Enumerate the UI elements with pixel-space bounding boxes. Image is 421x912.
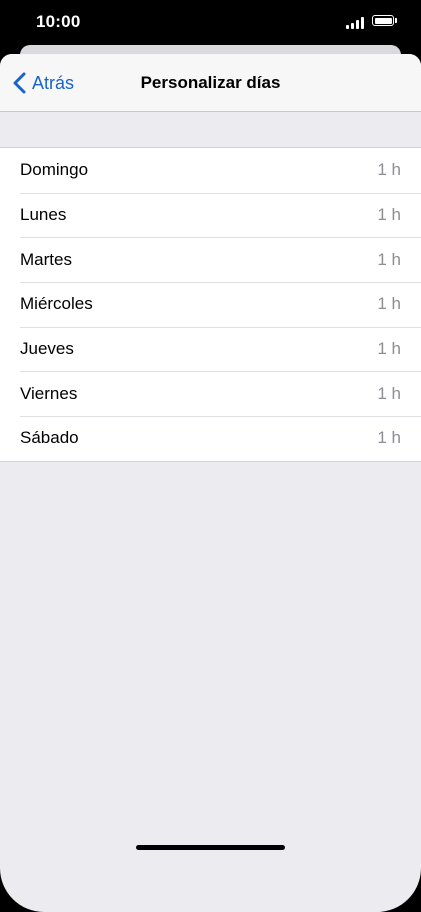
- day-label: Martes: [20, 249, 72, 269]
- days-list: Domingo 1 h Lunes 1 h Martes 1 h Miércol…: [0, 147, 421, 462]
- list-item-martes[interactable]: Martes 1 h: [0, 237, 421, 282]
- modal-sheet: Atrás Personalizar días Domingo 1 h Lune…: [0, 54, 421, 912]
- list-item-viernes[interactable]: Viernes 1 h: [0, 371, 421, 416]
- day-duration: 1 h: [377, 249, 401, 269]
- day-label: Jueves: [20, 339, 74, 359]
- day-duration: 1 h: [377, 294, 401, 314]
- navigation-bar: Atrás Personalizar días: [0, 54, 421, 112]
- battery-tip: [395, 18, 397, 23]
- day-duration: 1 h: [377, 428, 401, 448]
- day-duration: 1 h: [377, 339, 401, 359]
- list-item-sabado[interactable]: Sábado 1 h: [0, 416, 421, 461]
- page-title: Personalizar días: [140, 73, 281, 92]
- list-item-domingo[interactable]: Domingo 1 h: [0, 148, 421, 193]
- list-item-lunes[interactable]: Lunes 1 h: [0, 192, 421, 238]
- status-bar: 10:00: [0, 0, 421, 44]
- battery-icon: [372, 15, 394, 26]
- notch: [104, 0, 317, 32]
- list-item-miercoles[interactable]: Miércoles 1 h: [0, 282, 421, 327]
- day-label: Miércoles: [20, 294, 93, 314]
- home-indicator[interactable]: [136, 845, 285, 850]
- list-item-jueves[interactable]: Jueves 1 h: [0, 326, 421, 372]
- day-label: Viernes: [20, 383, 78, 403]
- device-screen: 10:00 Atrás Personalizar días Domingo 1 …: [0, 0, 421, 912]
- day-label: Lunes: [20, 205, 67, 225]
- day-label: Domingo: [20, 160, 89, 180]
- status-time: 10:00: [36, 12, 81, 31]
- day-label: Sábado: [20, 428, 79, 448]
- cellular-signal-icon: [346, 17, 366, 29]
- day-duration: 1 h: [377, 160, 401, 180]
- day-duration: 1 h: [377, 205, 401, 225]
- day-duration: 1 h: [377, 383, 401, 403]
